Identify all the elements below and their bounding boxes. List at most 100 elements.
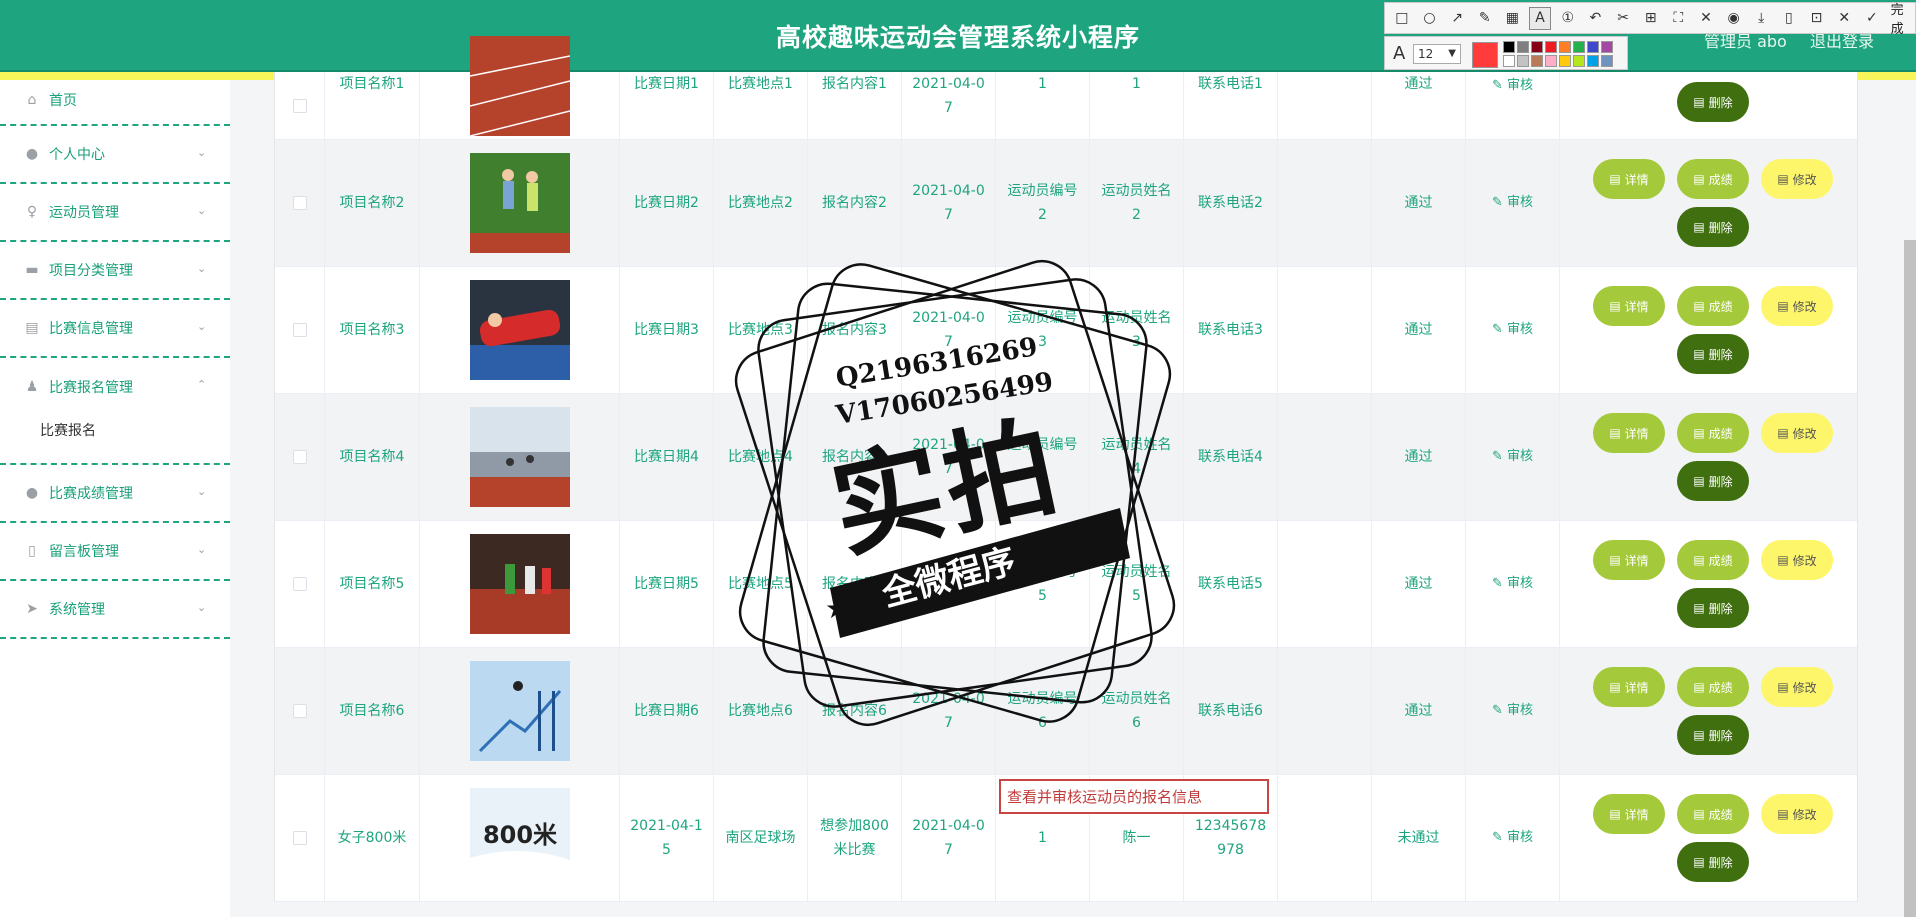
- audit-link[interactable]: ✎ 审核: [1492, 445, 1533, 469]
- detail-button[interactable]: ▤ 详情: [1593, 286, 1665, 326]
- row-checkbox[interactable]: [292, 577, 307, 591]
- table-cell-status: 通过: [1372, 394, 1466, 520]
- pin-icon[interactable]: ⛶: [1668, 7, 1690, 30]
- palette-swatch[interactable]: [1531, 55, 1543, 67]
- edit-button[interactable]: ▤ 修改: [1761, 159, 1833, 199]
- sidebar-item-home[interactable]: ⌂ 首页: [0, 80, 230, 126]
- palette-swatch[interactable]: [1587, 41, 1599, 53]
- row-checkbox[interactable]: [292, 98, 307, 113]
- row-checkbox[interactable]: [292, 196, 307, 210]
- detail-button[interactable]: ▤ 详情: [1593, 540, 1665, 580]
- delete-button[interactable]: ▤ 删除: [1677, 588, 1749, 628]
- palette-swatch[interactable]: [1517, 55, 1529, 67]
- audit-link[interactable]: ✎ 审核: [1492, 318, 1533, 342]
- cell-text: 女子800米: [337, 830, 407, 846]
- detail-button[interactable]: ▤ 详情: [1593, 667, 1665, 707]
- table-cell-phone: 联系电话3: [1184, 267, 1278, 393]
- detail-button[interactable]: ▤ 详情: [1593, 159, 1665, 199]
- arrow-icon[interactable]: ↗: [1446, 7, 1468, 30]
- score-button[interactable]: ▤ 成绩: [1677, 794, 1749, 834]
- sidebar-item-match-info[interactable]: ▤ 比赛信息管理 ⌄: [0, 300, 230, 358]
- palette-swatch[interactable]: [1559, 41, 1571, 53]
- current-color-swatch[interactable]: [1472, 42, 1498, 68]
- audit-link[interactable]: ✎ 审核: [1492, 699, 1533, 723]
- mosaic-icon[interactable]: ▦: [1502, 7, 1524, 30]
- sidebar-item-categories[interactable]: ▬ 项目分类管理 ⌄: [0, 242, 230, 300]
- ocr-icon[interactable]: ⊞: [1640, 7, 1662, 30]
- sidebar-item-registration-head[interactable]: ♟ 比赛报名管理 ⌃: [0, 358, 230, 416]
- mic-icon: ♀: [26, 204, 38, 220]
- redo-icon[interactable]: ✂: [1612, 7, 1634, 30]
- sidebar-item-profile[interactable]: ● 个人中心 ⌄: [0, 126, 230, 184]
- palette-swatch[interactable]: [1545, 41, 1557, 53]
- number-icon[interactable]: ①: [1557, 7, 1579, 30]
- score-button[interactable]: ▤ 成绩: [1677, 667, 1749, 707]
- detail-button[interactable]: ▤ 详情: [1593, 794, 1665, 834]
- delete-button[interactable]: ▤ 删除: [1677, 461, 1749, 501]
- sidebar-item-athletes[interactable]: ♀ 运动员管理 ⌄: [0, 184, 230, 242]
- circle-record-icon[interactable]: ◉: [1723, 7, 1745, 30]
- bookmark-icon[interactable]: ⊡: [1806, 7, 1828, 30]
- edit-button[interactable]: ▤ 修改: [1761, 413, 1833, 453]
- sidebar-item-label: 比赛成绩管理: [49, 486, 133, 502]
- save-icon[interactable]: ⤓: [1750, 7, 1772, 30]
- undo-icon[interactable]: ↶: [1585, 7, 1607, 30]
- done-button[interactable]: 完成: [1891, 0, 1915, 37]
- sidebar-item-scores[interactable]: ● 比赛成绩管理 ⌄: [0, 465, 230, 523]
- row-checkbox[interactable]: [292, 323, 307, 337]
- cell-text: 通过: [1404, 703, 1433, 719]
- score-button[interactable]: ▤ 成绩: [1677, 286, 1749, 326]
- pick-icon[interactable]: ✕: [1695, 7, 1717, 30]
- sidebar-item-label: 比赛信息管理: [49, 321, 133, 337]
- palette-swatch[interactable]: [1601, 55, 1613, 67]
- edit-button[interactable]: ▤ 修改: [1761, 286, 1833, 326]
- audit-link[interactable]: ✎ 审核: [1492, 826, 1533, 850]
- phone-icon[interactable]: ▯: [1778, 7, 1800, 30]
- delete-button[interactable]: ▤ 删除: [1677, 82, 1749, 122]
- row-checkbox[interactable]: [292, 704, 307, 718]
- score-button[interactable]: ▤ 成绩: [1677, 159, 1749, 199]
- palette-swatch[interactable]: [1601, 41, 1613, 53]
- delete-button[interactable]: ▤ 删除: [1677, 715, 1749, 755]
- row-checkbox[interactable]: [292, 831, 307, 845]
- palette-swatch[interactable]: [1545, 55, 1557, 67]
- edit-button[interactable]: ▤ 修改: [1761, 540, 1833, 580]
- palette-swatch[interactable]: [1503, 41, 1515, 53]
- text-icon[interactable]: A: [1529, 6, 1551, 30]
- score-button[interactable]: ▤ 成绩: [1677, 540, 1749, 580]
- row-checkbox[interactable]: [292, 450, 307, 464]
- sidebar-subitem-registration[interactable]: 比赛报名: [0, 416, 230, 446]
- button-label: 成绩: [1708, 680, 1733, 695]
- vertical-scrollbar[interactable]: [1904, 240, 1916, 917]
- table-cell-audit: ✎ 审核: [1466, 521, 1560, 647]
- palette-swatch[interactable]: [1517, 41, 1529, 53]
- sidebar-item-system[interactable]: ➤ 系统管理 ⌄: [0, 581, 230, 639]
- cell-text: 联系电话5: [1198, 576, 1263, 592]
- palette-swatch[interactable]: [1559, 55, 1571, 67]
- palette-swatch[interactable]: [1573, 41, 1585, 53]
- table-cell-blank: [1278, 267, 1372, 393]
- delete-button[interactable]: ▤ 删除: [1677, 207, 1749, 247]
- delete-button[interactable]: ▤ 删除: [1677, 334, 1749, 374]
- edit-button[interactable]: ▤ 修改: [1761, 794, 1833, 834]
- close-icon[interactable]: ✕: [1833, 7, 1855, 30]
- font-size-select[interactable]: 12 ▼: [1413, 44, 1461, 64]
- audit-link[interactable]: ✎ 审核: [1492, 74, 1533, 98]
- rect-icon[interactable]: □: [1391, 7, 1413, 30]
- delete-button[interactable]: ▤ 删除: [1677, 842, 1749, 882]
- palette-swatch[interactable]: [1587, 55, 1599, 67]
- ellipse-icon[interactable]: ○: [1419, 7, 1441, 30]
- edit-button[interactable]: ▤ 修改: [1761, 667, 1833, 707]
- palette-swatch[interactable]: [1531, 41, 1543, 53]
- detail-button[interactable]: ▤ 详情: [1593, 413, 1665, 453]
- audit-link[interactable]: ✎ 审核: [1492, 572, 1533, 596]
- sidebar-item-messages[interactable]: ▯ 留言板管理 ⌄: [0, 523, 230, 581]
- audit-link[interactable]: ✎ 审核: [1492, 191, 1533, 215]
- palette-swatch[interactable]: [1503, 55, 1515, 67]
- check-icon[interactable]: ✓: [1861, 7, 1883, 30]
- palette-swatch[interactable]: [1573, 55, 1585, 67]
- watermark-stamp: ★ ★ Q2196316269 V17060256499 实拍 全微程序: [730, 258, 1180, 728]
- pen-icon[interactable]: ✎: [1474, 7, 1496, 30]
- score-button[interactable]: ▤ 成绩: [1677, 413, 1749, 453]
- table-cell-status: 通过: [1372, 72, 1466, 139]
